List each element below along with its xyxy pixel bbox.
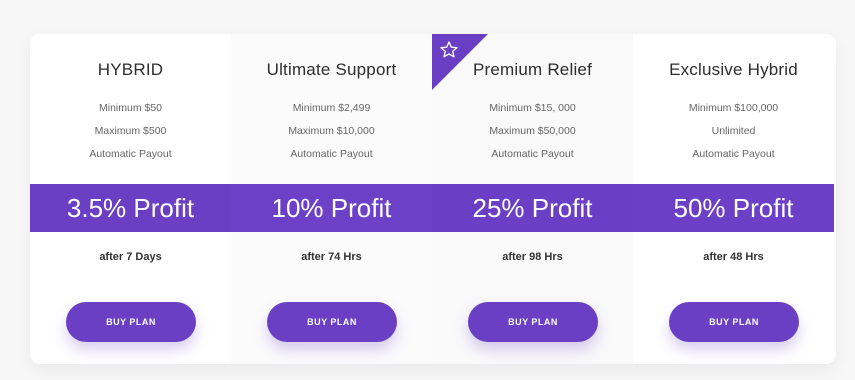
plan-payout: Automatic Payout	[692, 148, 775, 160]
plan-duration: after 74 Hrs	[301, 251, 362, 263]
buy-plan-button[interactable]: BUY PLAN	[468, 302, 598, 342]
buy-plan-button[interactable]: BUY PLAN	[267, 302, 397, 342]
plan-minimum: Minimum $2,499	[292, 102, 371, 114]
plan-title: HYBRID	[97, 60, 164, 79]
plan-profit-band: 25% Profit	[432, 184, 633, 232]
plan-title: Ultimate Support	[266, 60, 397, 79]
plan-profit-band: 3.5% Profit	[30, 184, 231, 232]
plan-payout: Automatic Payout	[89, 148, 172, 160]
pricing-table: HYBRID Minimum $50 Maximum $500 Automati…	[30, 34, 836, 364]
plan-maximum: Maximum $10,000	[288, 125, 375, 137]
plan-payout: Automatic Payout	[290, 148, 373, 160]
plan-card-premium-relief: Premium Relief Minimum $15, 000 Maximum …	[432, 34, 633, 364]
buy-plan-button[interactable]: BUY PLAN	[669, 302, 799, 342]
plan-title: Exclusive Hybrid	[669, 60, 798, 79]
plan-profit-band: 10% Profit	[231, 184, 432, 232]
plan-minimum: Minimum $50	[98, 102, 163, 114]
plan-minimum: Minimum $100,000	[688, 102, 779, 114]
plan-card-hybrid: HYBRID Minimum $50 Maximum $500 Automati…	[30, 34, 231, 364]
plan-title: Premium Relief	[473, 60, 592, 79]
plan-card-exclusive-hybrid: Exclusive Hybrid Minimum $100,000 Unlimi…	[633, 34, 834, 364]
plan-maximum: Maximum $500	[94, 125, 167, 137]
plan-duration: after 98 Hrs	[502, 251, 563, 263]
plan-profit-band: 50% Profit	[633, 184, 834, 232]
plan-minimum: Minimum $15, 000	[489, 102, 576, 114]
plan-duration: after 7 Days	[99, 251, 162, 263]
plan-duration: after 48 Hrs	[703, 251, 764, 263]
plan-card-ultimate-support: Ultimate Support Minimum $2,499 Maximum …	[231, 34, 432, 364]
plan-payout: Automatic Payout	[491, 148, 574, 160]
buy-plan-button[interactable]: BUY PLAN	[66, 302, 196, 342]
plan-maximum: Maximum $50,000	[489, 125, 576, 137]
plan-maximum: Unlimited	[711, 125, 756, 137]
